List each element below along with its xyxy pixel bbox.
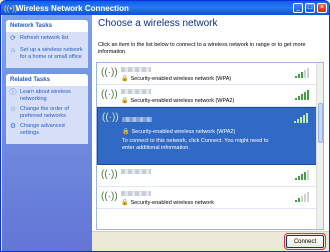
security-line: 🔒 Security-enabled wireless network (WPA… — [122, 128, 236, 136]
task-label: Change the order of preferred networks — [20, 106, 69, 119]
network-item[interactable]: ((·)) 🔒 Security-enabled wireless networ… — [97, 63, 323, 85]
connect-note: To connect to this network, click Connec… — [122, 138, 269, 151]
sidebar: Network Tasks ⟳ Refresh network list ⌂ S… — [2, 15, 92, 251]
main-header: Choose a wireless network — [92, 15, 329, 39]
security-line: 🔒 Security-enabled wireless network — [121, 199, 214, 207]
change-preferred-order-link[interactable]: ☆ Change the order of preferred networks — [9, 106, 85, 119]
button-bar: Connect — [92, 231, 329, 251]
signal-strength-icon — [294, 90, 309, 100]
page-title: Choose a wireless network — [98, 18, 218, 29]
security-text: Security-enabled wireless network (WPA2) — [131, 128, 236, 135]
security-text: Security-enabled wireless network — [130, 199, 214, 206]
wireless-network-icon: ((·)) — [101, 169, 118, 180]
security-line: 🔒 Security-enabled wireless network (WPA… — [121, 97, 235, 105]
network-tasks-list: ⟳ Refresh network list ⌂ Set up a wirele… — [6, 32, 88, 68]
wireless-network-icon: ((·)) — [101, 67, 118, 78]
signal-strength-icon — [294, 68, 309, 78]
task-label: Set up a wireless network for a home or … — [20, 47, 83, 60]
settings-icon: ⚙ — [9, 123, 17, 130]
maximize-button[interactable]: □ — [305, 3, 315, 13]
minimize-button[interactable]: _ — [293, 3, 303, 13]
network-tasks-panel: Network Tasks ⟳ Refresh network list ⌂ S… — [6, 20, 88, 68]
task-label: Refresh network list — [20, 35, 69, 41]
network-item[interactable]: ((·)) 🔒 Security-enabled wireless networ… — [97, 187, 323, 209]
signal-strength-icon — [293, 113, 308, 123]
wireless-network-icon: ((·)) — [102, 112, 119, 123]
wireless-network-icon: ((·)) — [101, 191, 118, 202]
network-name-blurred — [122, 117, 152, 122]
security-text: Security-enabled wireless network (WPA2) — [130, 97, 235, 104]
network-item[interactable]: ((·)) 🔒 Security-enabled wireless networ… — [97, 85, 323, 107]
network-tasks-heading: Network Tasks — [6, 20, 88, 32]
related-tasks-heading: Related Tasks — [6, 74, 88, 86]
network-item[interactable]: ((·)) — [97, 165, 323, 187]
network-item-selected[interactable]: ((·)) 🔒 Security-enabled wireless networ… — [97, 107, 323, 165]
network-name-blurred — [121, 191, 151, 196]
task-label: Learn about wireless networking — [20, 89, 71, 102]
security-line: 🔒 Security-enabled wireless network (WPA… — [121, 75, 232, 83]
title-bar[interactable]: ((•)) Wireless Network Connection _ □ × — [1, 1, 329, 15]
connect-button[interactable]: Connect — [284, 233, 326, 250]
refresh-network-list-link[interactable]: ⟳ Refresh network list — [9, 35, 85, 43]
network-name-blurred — [121, 67, 151, 72]
network-name-blurred — [121, 169, 151, 174]
lock-icon: 🔒 — [121, 200, 129, 206]
network-name-blurred — [121, 89, 151, 94]
advanced-settings-link[interactable]: ⚙ Change advanced settings — [9, 123, 85, 136]
wireless-setup-icon: ⌂ — [10, 47, 16, 54]
signal-strength-icon — [294, 192, 309, 202]
info-icon: ⓘ — [9, 89, 17, 96]
wireless-network-window: ((•)) Wireless Network Connection _ □ × … — [0, 0, 330, 252]
related-tasks-list: ⓘ Learn about wireless networking ☆ Chan… — [6, 86, 88, 144]
task-label: Change advanced settings — [20, 123, 65, 136]
window-title: Wireless Network Connection — [16, 3, 129, 13]
security-text: Security-enabled wireless network (WPA) — [130, 75, 232, 82]
related-tasks-panel: Related Tasks ⓘ Learn about wireless net… — [6, 74, 88, 144]
lock-icon: 🔒 — [121, 98, 129, 104]
instructions-text: Click an item in the list below to conne… — [98, 42, 306, 55]
star-icon: ☆ — [9, 106, 17, 113]
scroll-thumb[interactable] — [318, 103, 323, 143]
signal-strength-icon — [294, 170, 309, 180]
network-list: ((·)) 🔒 Security-enabled wireless networ… — [96, 62, 324, 230]
lock-icon: 🔒 — [121, 76, 129, 82]
close-button[interactable]: × — [317, 3, 327, 13]
main-panel: Choose a wireless network Click an item … — [92, 15, 329, 251]
setup-wireless-network-link[interactable]: ⌂ Set up a wireless network for a home o… — [9, 47, 85, 60]
wireless-network-icon: ((·)) — [101, 89, 118, 100]
refresh-icon: ⟳ — [10, 35, 16, 42]
list-scrollbar[interactable] — [316, 63, 323, 229]
learn-wireless-link[interactable]: ⓘ Learn about wireless networking — [9, 89, 85, 102]
wireless-icon: ((•)) — [4, 3, 18, 13]
lock-icon: 🔒 — [122, 129, 130, 135]
